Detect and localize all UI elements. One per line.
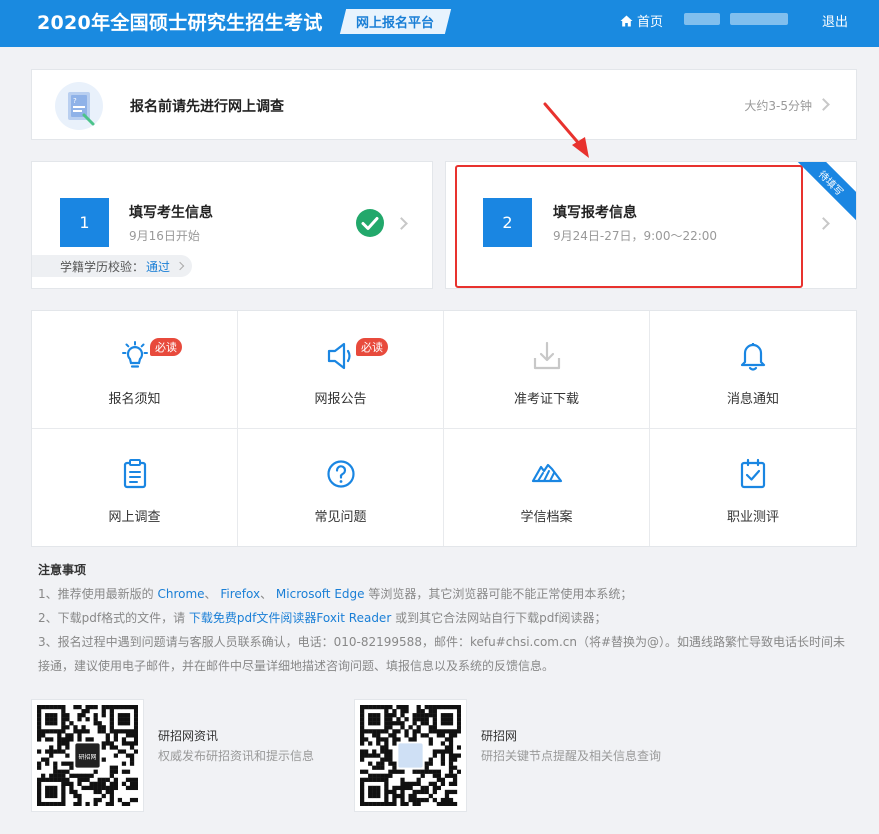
question-icon xyxy=(326,459,355,488)
verify-status: 通过 xyxy=(146,259,171,274)
grid-item-label: 常见问题 xyxy=(314,509,367,525)
page-title: 2020年全国硕士研究生招生考试 xyxy=(37,12,323,34)
home-link[interactable]: 首页 xyxy=(620,11,663,30)
step-card-fill-candidate-info[interactable]: 1 填写考生信息 9月16日开始 学籍学历校验： 通过 xyxy=(31,161,433,289)
verify-status-pill[interactable]: 学籍学历校验： 通过 xyxy=(32,255,192,277)
survey-icon: ? xyxy=(55,82,103,130)
step-card-fill-application-info[interactable]: 2 填写报考信息 9月24日-27日，9:00～22:00 待填写 xyxy=(445,161,857,289)
grid-item-admission-ticket-download[interactable]: 准考证下载 xyxy=(444,311,650,429)
notes-text: 2、下载pdf格式的文件，请 xyxy=(38,611,189,625)
svg-text:?: ? xyxy=(73,97,77,105)
grid-item-faq[interactable]: 常见问题 xyxy=(238,428,444,546)
notes-title: 注意事项 xyxy=(38,563,87,577)
step-title: 填写考生信息 xyxy=(129,205,213,221)
verify-label: 学籍学历校验： xyxy=(60,259,145,274)
grid-item-message-notification[interactable]: 消息通知 xyxy=(650,311,856,429)
notes-line-1: 1、推荐使用最新版的 Chrome、 Firefox、 Microsoft Ed… xyxy=(38,582,850,606)
step-number: 2 xyxy=(483,198,532,247)
survey-card[interactable]: ? 报名前请先进行网上调查 大约3-5分钟 xyxy=(31,69,857,140)
edge-link[interactable]: Microsoft Edge xyxy=(276,587,365,601)
grid-item-label: 学信档案 xyxy=(520,509,573,525)
bell-icon xyxy=(740,343,766,371)
qr-name: 研招网资讯 xyxy=(158,729,219,743)
user-name-redacted[interactable] xyxy=(684,13,788,25)
notes-text: 或到其它合法网站自行下载pdf阅读器； xyxy=(391,611,607,625)
archive-icon xyxy=(531,463,562,482)
grid-item-registration-notice[interactable]: 必读 报名须知 xyxy=(32,311,238,429)
grid-item-label: 网上调查 xyxy=(108,509,161,525)
notes-text: 1、推荐使用最新版的 xyxy=(38,587,158,601)
grid-item-chsi-archive[interactable]: 学信档案 xyxy=(444,428,650,546)
chevron-right-icon xyxy=(817,98,830,111)
chevron-right-icon xyxy=(395,217,408,230)
home-link-label: 首页 xyxy=(637,15,664,30)
check-circle-icon xyxy=(356,209,384,237)
step-title: 填写报考信息 xyxy=(553,205,637,221)
survey-text: 报名前请先进行网上调查 xyxy=(130,99,284,115)
chrome-link[interactable]: Chrome xyxy=(157,587,204,601)
step-number: 1 xyxy=(60,198,109,247)
grid-item-online-announcement[interactable]: 必读 网报公告 xyxy=(238,311,444,429)
grid-item-label: 网报公告 xyxy=(314,392,367,407)
foxit-reader-link[interactable]: 下载免费pdf文件阅读器Foxit Reader xyxy=(189,611,391,625)
grid-item-career-evaluation[interactable]: 职业测评 xyxy=(650,429,856,547)
step-subtitle: 9月16日开始 xyxy=(129,229,200,243)
qr-code-image: 研招网 xyxy=(37,705,139,807)
grid-item-label: 消息通知 xyxy=(726,392,779,407)
evaluation-icon xyxy=(740,458,766,488)
grid-item-label: 职业测评 xyxy=(726,509,779,525)
pending-ribbon: 待填写 xyxy=(789,162,856,225)
notes-text: 等浏览器，其它浏览器可能不能正常使用本系统； xyxy=(364,587,633,601)
clipboard-icon xyxy=(123,458,146,488)
survey-time: 大约3-5分钟 xyxy=(744,99,812,113)
megaphone-icon xyxy=(327,342,351,370)
logout-link[interactable]: 退出 xyxy=(822,11,848,30)
platform-tag: 网上报名平台 xyxy=(339,9,452,34)
notes-line-3: 3、报名过程中遇到问题请与客服人员联系确认，电话：010-82199588，邮件… xyxy=(38,635,846,673)
step-subtitle: 9月24日-27日，9:00～22:00 xyxy=(553,229,718,243)
grid-item-label: 准考证下载 xyxy=(513,392,579,407)
qr-center-label: 研招网 xyxy=(78,753,96,761)
chevron-right-icon xyxy=(175,261,185,271)
download-icon xyxy=(533,341,560,370)
grid-item-label: 报名须知 xyxy=(108,392,161,407)
platform-tag-label: 网上报名平台 xyxy=(356,16,435,31)
notes-text: 、 xyxy=(204,587,221,601)
chevron-right-icon xyxy=(817,217,830,230)
qr-name: 研招网 xyxy=(481,729,518,743)
must-read-badge: 必读 xyxy=(356,338,388,356)
feature-grid: 必读 报名须知 必读 网报公告 准考证下载 消息通知 网上调查 常见问题 学信档… xyxy=(31,310,857,547)
bulb-icon xyxy=(121,341,148,368)
notes-text: 、 xyxy=(260,587,276,601)
notes-section: 注意事项 1、推荐使用最新版的 Chrome、 Firefox、 Microso… xyxy=(38,562,850,678)
qr-desc: 权威发布研招资讯和提示信息 xyxy=(158,749,315,763)
top-header: 2020年全国硕士研究生招生考试 网上报名平台 首页 退出 xyxy=(0,0,879,47)
qr-code-yzw xyxy=(354,699,467,812)
home-icon xyxy=(620,15,633,26)
grid-item-online-survey[interactable]: 网上调查 xyxy=(32,428,238,546)
qr-code-yzw-news: 研招网 xyxy=(31,699,144,812)
qr-desc: 研招关键节点提醒及相关信息查询 xyxy=(481,749,662,763)
qr-code-image xyxy=(360,705,462,807)
firefox-link[interactable]: Firefox xyxy=(220,587,260,601)
must-read-badge: 必读 xyxy=(150,338,182,356)
notes-line-2: 2、下载pdf格式的文件，请 下载免费pdf文件阅读器Foxit Reader … xyxy=(38,606,850,630)
